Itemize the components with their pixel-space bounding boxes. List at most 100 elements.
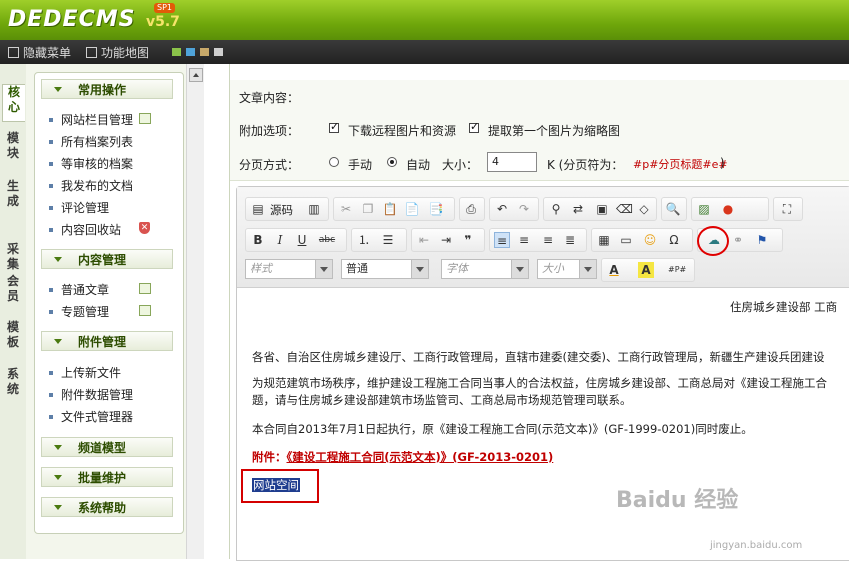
manual-radio[interactable] [329, 157, 339, 167]
download-remote-checkbox[interactable] [329, 120, 339, 133]
document-icon[interactable]: ▥ [306, 201, 322, 217]
site-map-button[interactable]: 功能地图 [86, 44, 149, 61]
paste-icon[interactable]: 📋 [382, 201, 398, 217]
link-group-icon[interactable]: ⚭ [730, 232, 746, 248]
tab-member[interactable]: 会员 [2, 274, 24, 304]
format-dropdown[interactable]: 普通 [341, 259, 429, 279]
section-common-ops[interactable]: 常用操作 [41, 79, 173, 99]
align-right-icon[interactable]: ≡ [540, 232, 556, 248]
tab-module[interactable]: 模块 [2, 131, 24, 161]
theme-tan-swatch[interactable] [200, 48, 209, 56]
theme-gray-swatch[interactable] [214, 48, 223, 56]
source-icon[interactable]: ▤ [250, 201, 266, 217]
section-channel-model[interactable]: 频道模型 [41, 437, 173, 457]
undo-icon[interactable]: ↶ [494, 201, 510, 217]
bold-icon[interactable]: B [250, 232, 266, 248]
sidebar-item-attachment-data[interactable]: 附件数据管理 [49, 386, 133, 403]
find-icon[interactable]: ⚲ [548, 201, 564, 217]
replace-icon[interactable]: ⇄ [570, 201, 586, 217]
underline-icon[interactable]: U [294, 232, 310, 248]
sidebar-item-my-docs[interactable]: 我发布的文档 [49, 177, 133, 194]
paging-row: 分页方式： 手动 自动 大小： 4 K (分页符为： #p#分页标题#e# ) [230, 146, 849, 181]
align-justify-icon[interactable]: ≣ [562, 232, 578, 248]
text-color-icon[interactable]: A [606, 262, 622, 278]
paste-text-icon[interactable]: 📄 [404, 201, 420, 217]
tab-template[interactable]: 模板 [2, 320, 24, 350]
toolbar-group-insert: ▦ ▭ ☺ Ω [591, 228, 693, 252]
section-system-help[interactable]: 系统帮助 [41, 497, 173, 517]
font-dropdown[interactable]: 字体 [441, 259, 529, 279]
eraser-icon[interactable]: ◇ [636, 201, 652, 217]
outdent-icon[interactable]: ⇤ [416, 232, 432, 248]
bg-color-icon[interactable]: A [638, 262, 654, 278]
sidebar-item-topics[interactable]: 专题管理 [49, 303, 109, 320]
auto-radio[interactable] [387, 157, 397, 167]
sidebar-item-category-manage[interactable]: 网站栏目管理 [49, 111, 133, 128]
editor-content-area[interactable]: 住房城乡建设部 工商 各省、自治区住房城乡建设厅、工商行政管理局，直辖市建委(建… [237, 287, 849, 560]
tab-core[interactable]: 核心 [2, 84, 25, 122]
select-all-icon[interactable]: ▣ [594, 201, 610, 217]
source-button[interactable]: 源码 [270, 202, 293, 218]
chevron-down-icon [54, 257, 62, 262]
theme-blue-swatch[interactable] [186, 48, 195, 56]
thumbnail-checkbox[interactable] [469, 120, 479, 133]
redo-icon[interactable]: ↷ [516, 201, 532, 217]
indent-icon[interactable]: ⇥ [438, 232, 454, 248]
print-icon[interactable]: ⎙ [463, 201, 479, 217]
page-size-input[interactable]: 4 [487, 152, 537, 172]
add-icon[interactable] [139, 283, 151, 294]
preview-icon[interactable]: 🔍 [665, 201, 681, 217]
shield-icon[interactable]: ✕ [139, 222, 150, 234]
sidebar-item-file-manager[interactable]: 文件式管理器 [49, 408, 133, 425]
toolbar-group-source: ▤ 源码 ▥ [245, 197, 329, 221]
table-icon[interactable]: ▦ [596, 232, 612, 248]
align-left-icon[interactable]: ≡ [494, 232, 510, 248]
sidebar-item-comments[interactable]: 评论管理 [49, 199, 109, 216]
section-attachments[interactable]: 附件管理 [41, 331, 173, 351]
bullet-list-icon[interactable]: ☰ [380, 232, 396, 248]
theme-green-swatch[interactable] [172, 48, 181, 56]
tab-generate[interactable]: 生成 [2, 179, 24, 209]
toolbar-group-history: ↶ ↷ [489, 197, 539, 221]
special-char-icon[interactable]: Ω [666, 232, 682, 248]
attachment-link[interactable]: 《建设工程施工合同(示范文本)》(GF-2013-0201) [287, 450, 554, 464]
flash-icon[interactable]: ● [720, 201, 736, 217]
paragraph-1: 各省、自治区住房城乡建设厅、工商行政管理局，直辖市建委(建交委)、工商行政管理局… [252, 350, 825, 364]
horizontal-rule-icon[interactable]: ▭ [618, 232, 634, 248]
sidebar-item-recycle-bin[interactable]: 内容回收站 [49, 221, 121, 238]
maximize-icon[interactable]: ⛶ [779, 201, 795, 217]
section-content-manage[interactable]: 内容管理 [41, 249, 173, 269]
smiley-icon[interactable]: ☺ [642, 232, 658, 248]
version-label: v5.7 [146, 14, 180, 30]
size-dropdown[interactable]: 大小 [537, 259, 597, 279]
sidebar-item-all-archives[interactable]: 所有档案列表 [49, 133, 133, 150]
sidebar-item-articles[interactable]: 普通文章 [49, 281, 109, 298]
page-break-icon[interactable]: #P# [668, 262, 686, 278]
page-token: #p#分页标题#e# [633, 158, 728, 171]
strikethrough-icon[interactable]: abc [316, 232, 338, 248]
paste-word-icon[interactable]: 📑 [428, 201, 444, 217]
sp1-badge: SP1 [154, 3, 175, 13]
grid-icon [86, 47, 97, 58]
blockquote-icon[interactable]: ❞ [460, 232, 476, 248]
cut-icon[interactable]: ✂ [338, 201, 354, 217]
style-dropdown[interactable]: 样式 [245, 259, 333, 279]
hide-menu-button[interactable]: 隐藏菜单 [8, 44, 71, 61]
align-center-icon[interactable]: ≡ [516, 232, 532, 248]
add-icon[interactable] [139, 113, 151, 124]
sidebar-item-upload[interactable]: 上传新文件 [49, 364, 121, 381]
italic-icon[interactable]: I [272, 232, 288, 248]
image-icon[interactable]: ▨ [696, 201, 712, 217]
copy-icon[interactable]: ❐ [360, 201, 376, 217]
add-icon[interactable] [139, 305, 151, 316]
anchor-flag-icon[interactable]: ⚑ [754, 232, 770, 248]
numbered-list-icon[interactable]: ⒈ [356, 232, 372, 248]
remove-format-icon[interactable]: ⌫ [616, 201, 633, 217]
sidebar-scrollbar[interactable] [186, 64, 205, 559]
scroll-up-button[interactable] [189, 68, 203, 82]
sidebar-item-pending-archives[interactable]: 等审核的档案 [49, 155, 133, 172]
paging-label: 分页方式： [239, 158, 300, 172]
section-batch-maintenance[interactable]: 批量维护 [41, 467, 173, 487]
tab-collect[interactable]: 采集 [2, 242, 24, 272]
tab-system[interactable]: 系统 [2, 367, 24, 397]
